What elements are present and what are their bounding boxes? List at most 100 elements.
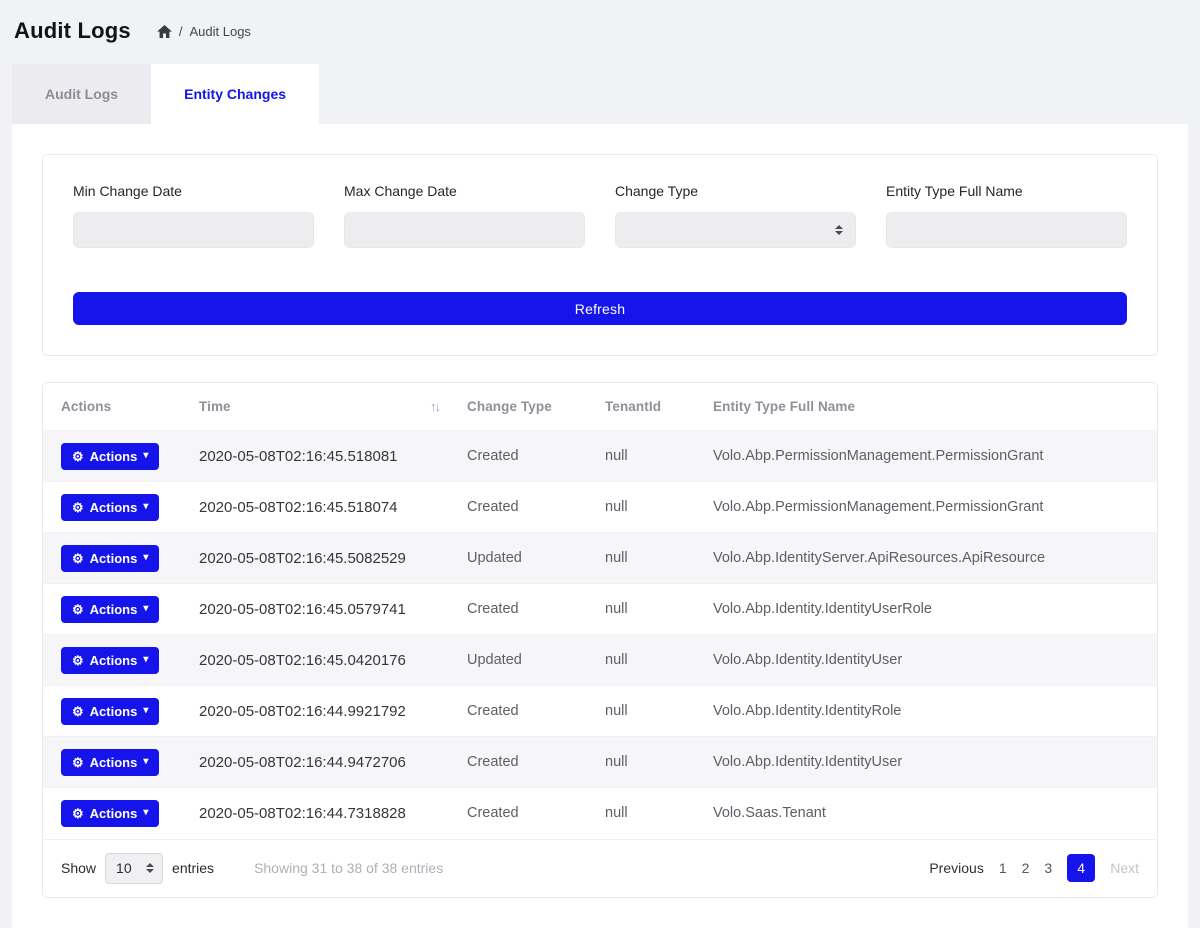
- pagination-page-2[interactable]: 2: [1022, 860, 1030, 876]
- max-change-date-input[interactable]: [344, 212, 585, 248]
- tab-audit-logs[interactable]: Audit Logs: [12, 64, 151, 124]
- change-type-cell: Created: [457, 584, 595, 635]
- tenantid-cell: null: [595, 686, 703, 737]
- entity-type-full-name-label: Entity Type Full Name: [886, 183, 1127, 199]
- row-actions-button[interactable]: ⚙ Actions ▾: [61, 647, 159, 674]
- select-arrows-icon: [835, 225, 843, 235]
- change-type-cell: Created: [457, 686, 595, 737]
- gear-icon: ⚙: [72, 807, 84, 820]
- change-type-cell: Created: [457, 482, 595, 533]
- min-change-date-label: Min Change Date: [73, 183, 314, 199]
- entity-changes-panel: Min Change Date Max Change Date Change T…: [12, 124, 1188, 928]
- row-actions-button[interactable]: ⚙Actions▾: [61, 749, 159, 776]
- home-icon[interactable]: [157, 25, 172, 38]
- column-header-actions: Actions: [43, 383, 189, 431]
- page-size-value: 10: [116, 860, 132, 876]
- column-header-time-label: Time: [199, 399, 231, 414]
- actions-button-label: Actions: [90, 551, 138, 566]
- gear-icon: ⚙: [72, 603, 84, 616]
- time-cell: 2020-05-08T02:16:44.7318828: [189, 788, 457, 839]
- caret-down-icon: ▾: [143, 451, 148, 461]
- entity-type-cell: Volo.Abp.Identity.IdentityUser: [703, 635, 1157, 686]
- gear-icon: ⚙: [72, 501, 84, 514]
- change-type-cell: Updated: [457, 533, 595, 584]
- time-cell: 2020-05-08T02:16:45.0579741: [189, 584, 457, 635]
- caret-down-icon: ▾: [143, 604, 148, 614]
- filter-card: Min Change Date Max Change Date Change T…: [42, 154, 1158, 356]
- sort-icon[interactable]: ↑↓: [430, 399, 439, 414]
- actions-button-label: Actions: [90, 806, 138, 821]
- caret-down-icon: ▾: [143, 808, 148, 818]
- entity-type-cell: Volo.Saas.Tenant: [703, 788, 1157, 839]
- entity-type-cell: Volo.Abp.PermissionManagement.Permission…: [703, 482, 1157, 533]
- filter-field-entity-type-full-name: Entity Type Full Name: [886, 183, 1127, 248]
- table-row: ⚙Actions▾2020-05-08T02:16:44.9921792Crea…: [43, 686, 1157, 737]
- change-type-cell: Created: [457, 737, 595, 788]
- entity-changes-table: Actions Time ↑↓ Change Type TenantId Ent…: [43, 383, 1157, 839]
- table-row: ⚙ Actions ▾ 2020-05-08T02:16:45.5082529Upda…: [43, 533, 1157, 584]
- caret-down-icon: ▾: [143, 502, 148, 512]
- actions-button-label: Actions: [90, 755, 138, 770]
- actions-button-label: Actions: [90, 704, 138, 719]
- gear-icon: ⚙: [72, 450, 84, 463]
- page: Audit Logs / Audit Logs Audit Logs Entit…: [0, 0, 1200, 928]
- caret-down-icon: ▾: [143, 553, 148, 563]
- row-actions-button[interactable]: ⚙ Actions ▾: [61, 800, 159, 827]
- actions-cell: ⚙Actions▾: [43, 584, 189, 635]
- tenantid-cell: null: [595, 635, 703, 686]
- actions-cell: ⚙Actions▾: [43, 737, 189, 788]
- pagination-page-1[interactable]: 1: [999, 860, 1007, 876]
- page-size-select[interactable]: 10: [105, 853, 163, 884]
- breadcrumb: / Audit Logs: [157, 24, 251, 39]
- pagination-page-4[interactable]: 4: [1067, 854, 1095, 882]
- column-header-time[interactable]: Time ↑↓: [189, 383, 457, 431]
- tab-entity-changes[interactable]: Entity Changes: [151, 64, 319, 124]
- row-actions-button[interactable]: ⚙Actions▾: [61, 596, 159, 623]
- actions-button-label: Actions: [90, 653, 138, 668]
- pagination-page-3[interactable]: 3: [1044, 860, 1052, 876]
- breadcrumb-current: Audit Logs: [190, 24, 251, 39]
- row-actions-button[interactable]: ⚙Actions▾: [61, 698, 159, 725]
- row-actions-button[interactable]: ⚙ Actions ▾: [61, 443, 159, 470]
- tenantid-cell: null: [595, 533, 703, 584]
- row-actions-button[interactable]: ⚙ Actions ▾: [61, 494, 159, 521]
- entity-type-cell: Volo.Abp.IdentityServer.ApiResources.Api…: [703, 533, 1157, 584]
- actions-cell: ⚙Actions▾: [43, 686, 189, 737]
- time-cell: 2020-05-08T02:16:45.518074: [189, 482, 457, 533]
- tenantid-cell: null: [595, 788, 703, 839]
- filter-field-change-type: Change Type: [615, 183, 856, 248]
- max-change-date-label: Max Change Date: [344, 183, 585, 199]
- time-cell: 2020-05-08T02:16:45.5082529: [189, 533, 457, 584]
- actions-button-label: Actions: [90, 500, 138, 515]
- gear-icon: ⚙: [72, 705, 84, 718]
- pagination-next: Next: [1110, 860, 1139, 876]
- pagination-previous[interactable]: Previous: [929, 860, 983, 876]
- change-type-select[interactable]: [615, 212, 856, 248]
- tenantid-cell: null: [595, 431, 703, 482]
- column-header-tenantid: TenantId: [595, 383, 703, 431]
- entity-type-cell: Volo.Abp.Identity.IdentityUser: [703, 737, 1157, 788]
- filter-field-max-change-date: Max Change Date: [344, 183, 585, 248]
- table-header: Actions Time ↑↓ Change Type TenantId Ent…: [43, 383, 1157, 431]
- time-cell: 2020-05-08T02:16:45.518081: [189, 431, 457, 482]
- refresh-button[interactable]: Refresh: [73, 292, 1127, 325]
- caret-down-icon: ▾: [143, 655, 148, 665]
- table-row: ⚙Actions▾2020-05-08T02:16:45.0420176Upda…: [43, 635, 1157, 686]
- page-title: Audit Logs: [14, 18, 131, 44]
- change-type-cell: Updated: [457, 635, 595, 686]
- table-row: ⚙Actions▾2020-05-08T02:16:44.7318828Crea…: [43, 788, 1157, 839]
- table-footer: Show 10 entries Showing 31 to 38 of 38 e…: [43, 839, 1157, 897]
- filter-grid: Min Change Date Max Change Date Change T…: [73, 183, 1127, 248]
- min-change-date-input[interactable]: [73, 212, 314, 248]
- entries-summary: Showing 31 to 38 of 38 entries: [254, 860, 443, 876]
- actions-cell: ⚙ Actions ▾: [43, 788, 189, 839]
- gear-icon: ⚙: [72, 552, 84, 565]
- actions-cell: ⚙ Actions ▾: [43, 635, 189, 686]
- filter-field-min-change-date: Min Change Date: [73, 183, 314, 248]
- table-body: ⚙Actions▾2020-05-08T02:16:45.518081Creat…: [43, 431, 1157, 839]
- entity-type-full-name-input[interactable]: [886, 212, 1127, 248]
- gear-icon: ⚙: [72, 756, 84, 769]
- gear-icon: ⚙: [72, 654, 84, 667]
- row-actions-button[interactable]: ⚙ Actions ▾: [61, 545, 159, 572]
- actions-button-label: Actions: [90, 449, 138, 464]
